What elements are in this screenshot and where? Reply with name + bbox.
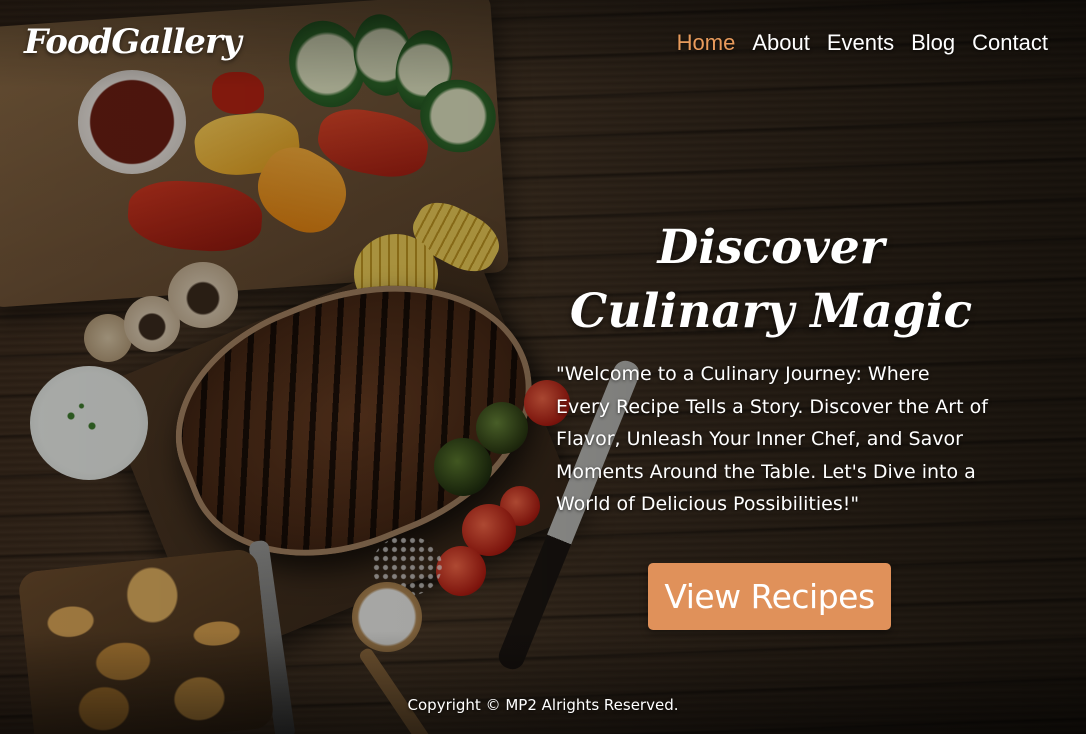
- view-recipes-button[interactable]: View Recipes: [648, 563, 891, 630]
- nav-link-events[interactable]: Events: [827, 30, 894, 56]
- hero-title: Discover Culinary Magic: [569, 220, 973, 339]
- nav-link-contact[interactable]: Contact: [972, 30, 1048, 56]
- copyright-text: Copyright © MP2 Alrights Reserved.: [407, 696, 679, 714]
- nav-link-home[interactable]: Home: [677, 30, 736, 56]
- main-nav: Home About Events Blog Contact: [677, 30, 1048, 56]
- site-logo[interactable]: FoodGallery: [24, 22, 242, 62]
- nav-link-about[interactable]: About: [752, 30, 810, 56]
- hero-description: "Welcome to a Culinary Journey: Where Ev…: [556, 363, 988, 516]
- nav-link-blog[interactable]: Blog: [911, 30, 955, 56]
- hero-section: Discover Culinary Magic "Welcome to a Cu…: [548, 216, 994, 521]
